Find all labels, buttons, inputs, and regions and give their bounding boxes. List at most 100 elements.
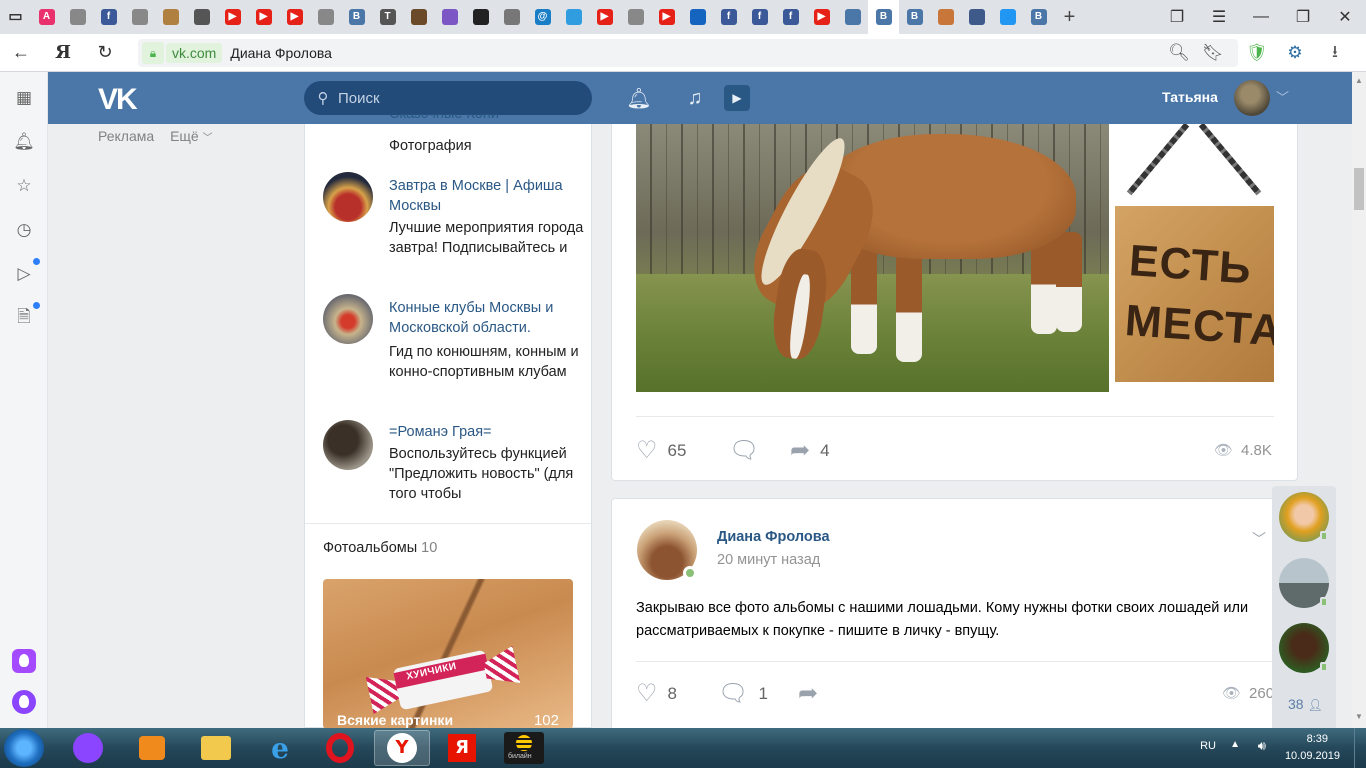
yandex-browser-icon[interactable]: Y <box>374 730 430 766</box>
group-avatar[interactable] <box>323 172 373 222</box>
browser-tab[interactable]: ▶ <box>806 0 837 34</box>
comment-button[interactable]: 🗨︎ 1 <box>718 679 768 708</box>
friends-online-count[interactable]: 38 👤︎ <box>1288 696 1323 712</box>
browser-tab[interactable] <box>961 0 992 34</box>
browser-tab[interactable] <box>992 0 1023 34</box>
beeline-icon[interactable]: билайн <box>496 730 552 766</box>
windows-start-button[interactable] <box>4 729 44 767</box>
browser-tab[interactable]: В <box>1023 0 1054 34</box>
clock-date[interactable]: 10.09.2019 <box>1285 750 1340 762</box>
chevron-down-icon[interactable]: ﹀ <box>1276 87 1289 106</box>
browser-tab[interactable]: ▶ <box>279 0 310 34</box>
translate-icon[interactable]: 🔍︎ <box>1160 43 1198 63</box>
more-link[interactable]: Ещё ﹀ <box>170 128 213 144</box>
post-photo-sign[interactable]: ЕСТЬ МЕСТА <box>1115 124 1274 382</box>
media-play-icon[interactable]: ▷ <box>12 262 36 286</box>
bookmark-icon[interactable]: 🔖︎ <box>1194 43 1232 63</box>
browser-tab[interactable]: ▶ <box>217 0 248 34</box>
media-player-icon[interactable] <box>124 730 180 766</box>
volume-icon[interactable]: 🔊︎ <box>1258 738 1266 754</box>
browser-tab[interactable]: ▶ <box>651 0 682 34</box>
browser-tab[interactable] <box>124 0 155 34</box>
browser-tab[interactable] <box>837 0 868 34</box>
group-name[interactable]: =Романэ Грая= <box>389 422 589 442</box>
user-avatar[interactable] <box>1234 80 1270 116</box>
page-scrollbar[interactable]: ▲ ▼ <box>1352 72 1366 728</box>
search-input[interactable] <box>338 89 578 107</box>
back-button[interactable]: ← <box>0 34 42 72</box>
scroll-up-arrow-icon[interactable]: ▲ <box>1355 76 1363 85</box>
apps-grid-icon[interactable]: ▦ <box>12 86 36 110</box>
scroll-down-arrow-icon[interactable]: ▼ <box>1355 712 1363 721</box>
vk-logo-icon[interactable]: VK <box>98 83 138 117</box>
favorites-star-icon[interactable]: ☆ <box>12 174 36 198</box>
alice-app-icon[interactable] <box>12 649 36 673</box>
browser-tab[interactable]: f <box>744 0 775 34</box>
browser-tab[interactable] <box>558 0 589 34</box>
browser-tab[interactable]: A <box>31 0 62 34</box>
album-card[interactable]: ХУИЧИКИ Всякие картинки 102 <box>323 579 573 729</box>
reload-button[interactable]: ↻ <box>84 34 126 72</box>
lock-icon[interactable]: 🔒︎ <box>142 42 164 64</box>
browser-tab[interactable] <box>310 0 341 34</box>
notifications-bell-icon[interactable]: 🔔︎ <box>12 130 36 154</box>
browser-tab[interactable] <box>496 0 527 34</box>
browser-tab[interactable] <box>930 0 961 34</box>
main-menu-icon[interactable]: ☰ <box>1198 0 1240 34</box>
group-name[interactable]: Завтра в Москве | Афиша Москвы <box>389 176 589 216</box>
browser-tab[interactable]: ▶ <box>248 0 279 34</box>
browser-tab[interactable] <box>155 0 186 34</box>
restore-button[interactable]: ❐ <box>1282 0 1324 34</box>
music-note-icon[interactable]: ♫ <box>682 85 708 111</box>
browser-tab[interactable]: В <box>341 0 372 34</box>
internet-explorer-icon[interactable]: e <box>252 730 308 766</box>
search-document-icon[interactable]: 🗎︎ <box>12 306 36 330</box>
history-clock-icon[interactable]: ◷ <box>12 218 36 242</box>
close-window-button[interactable]: ✕ <box>1324 0 1366 34</box>
alice-voice-icon[interactable] <box>12 690 36 714</box>
scrollbar-thumb[interactable] <box>1354 168 1364 210</box>
new-tab-button[interactable]: + <box>1054 0 1085 34</box>
download-icon[interactable]: ⭳ <box>1316 39 1354 68</box>
file-explorer-icon[interactable] <box>188 730 244 766</box>
browser-tab[interactable] <box>682 0 713 34</box>
tabs-menu-icon[interactable]: ❐ <box>1156 0 1198 34</box>
extension-icon[interactable]: ⚙ <box>1276 43 1314 63</box>
protect-shield-icon[interactable]: 🛡 <box>1238 43 1276 63</box>
browser-tab[interactable]: ▭ <box>0 0 31 34</box>
alice-taskbar-icon[interactable] <box>60 730 116 766</box>
post-time[interactable]: 20 минут назад <box>717 552 820 568</box>
clock-time[interactable]: 8:39 <box>1307 733 1328 745</box>
browser-tab[interactable] <box>434 0 465 34</box>
url-field[interactable]: 🔒︎ vk.com Диана Фролова <box>138 39 1238 67</box>
language-indicator[interactable]: RU <box>1200 740 1216 752</box>
group-avatar[interactable] <box>323 294 373 344</box>
search-box[interactable]: ⚲ <box>304 81 592 115</box>
browser-tab[interactable]: В <box>868 0 899 34</box>
browser-tab[interactable]: ▶ <box>589 0 620 34</box>
browser-tab[interactable]: f <box>713 0 744 34</box>
player-play-icon[interactable]: ▶ <box>724 85 750 111</box>
browser-tab[interactable]: В <box>899 0 930 34</box>
tray-arrow-icon[interactable]: ▲ <box>1230 739 1240 750</box>
yandex-app-icon[interactable]: Я <box>434 730 490 766</box>
albums-heading[interactable]: Фотоальбомы 10 <box>323 540 437 556</box>
author-name[interactable]: Диана Фролова <box>717 529 830 545</box>
browser-tab[interactable]: f <box>93 0 124 34</box>
browser-tab[interactable]: @ <box>527 0 558 34</box>
opera-icon[interactable] <box>312 730 368 766</box>
comment-button[interactable]: 🗨︎ <box>729 436 769 465</box>
like-button[interactable]: ♡ 8 <box>636 679 677 708</box>
show-desktop-button[interactable] <box>1354 728 1366 768</box>
browser-tab[interactable] <box>465 0 496 34</box>
minimize-button[interactable]: — <box>1240 0 1282 34</box>
browser-tab[interactable] <box>403 0 434 34</box>
notifications-bell-icon[interactable]: 🔔︎ <box>626 85 652 111</box>
like-button[interactable]: ♡ 65 <box>636 436 686 465</box>
browser-tab[interactable] <box>620 0 651 34</box>
yandex-home-button[interactable]: Я <box>42 34 84 72</box>
user-name[interactable]: Татьяна <box>1162 89 1218 105</box>
browser-tab[interactable] <box>62 0 93 34</box>
post-menu-chevron-icon[interactable]: ﹀ <box>1252 529 1266 549</box>
ads-link[interactable]: Реклама <box>98 128 154 144</box>
